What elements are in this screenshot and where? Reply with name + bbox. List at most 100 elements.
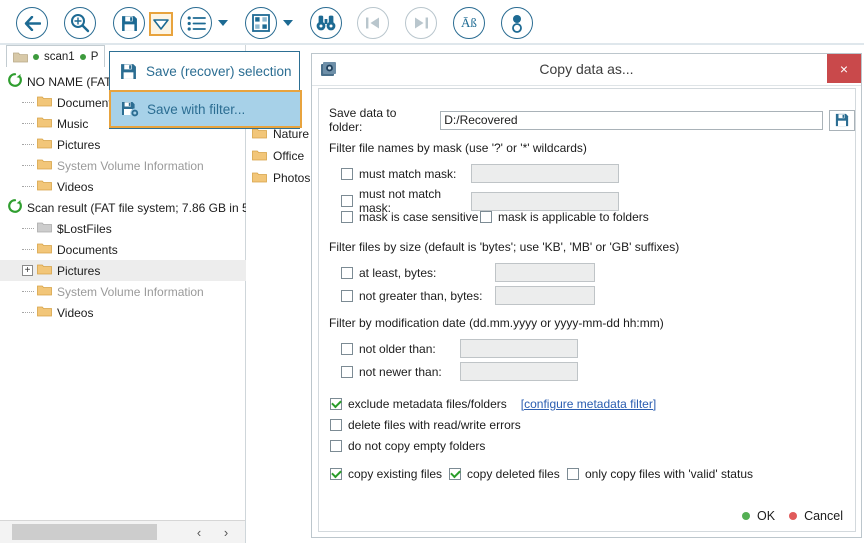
tree-item-label: System Volume Information xyxy=(57,159,204,173)
menu-item-label: Save with filter... xyxy=(147,102,245,117)
hscroll-thumb[interactable] xyxy=(12,524,157,540)
folder-icon xyxy=(252,149,267,164)
must-match-mask-row: must match mask: xyxy=(341,164,619,183)
folder-icon xyxy=(37,158,52,173)
folder-list-item-label: Office xyxy=(273,149,304,163)
size-not-greater-row: not greater than, bytes: xyxy=(341,286,595,305)
tree-connector xyxy=(22,102,34,104)
tree-connector xyxy=(22,165,34,167)
find-previous-button[interactable] xyxy=(357,7,389,39)
dialog-buttons: OK Cancel xyxy=(742,509,843,523)
date-not-older-row: not older than: xyxy=(341,339,578,358)
find-next-button[interactable] xyxy=(405,7,437,39)
mask-applicable-folders-checkbox[interactable] xyxy=(480,211,492,223)
must-not-match-mask-input[interactable] xyxy=(471,192,619,211)
floppy-filter-icon xyxy=(121,101,147,118)
folder-icon xyxy=(37,95,52,110)
scan-tab-trailing: P xyxy=(91,51,99,63)
floppy-save-icon xyxy=(835,113,849,127)
do-not-copy-empty-folders-label: do not copy empty folders xyxy=(348,439,485,453)
hscroll-right-arrow[interactable]: › xyxy=(213,521,239,543)
copy-deleted-row: copy deleted files xyxy=(449,467,560,481)
only-valid-status-checkbox[interactable] xyxy=(567,468,579,480)
tree-item[interactable]: System Volume Information xyxy=(0,155,246,176)
close-icon[interactable]: × xyxy=(827,54,861,83)
must-match-mask-label: must match mask: xyxy=(359,167,471,181)
tree-item[interactable]: Pictures xyxy=(0,134,246,155)
tree-item[interactable]: System Volume Information xyxy=(0,281,246,302)
save-folder-input[interactable] xyxy=(440,111,823,130)
cancel-button[interactable]: Cancel xyxy=(789,509,843,523)
configure-metadata-filter-link[interactable]: [configure metadata filter] xyxy=(521,397,656,411)
tree-item[interactable]: +Pictures xyxy=(0,260,246,281)
menu-item-save-with-filter[interactable]: Save with filter... xyxy=(109,90,302,128)
scan-button[interactable] xyxy=(64,7,96,39)
folder-list[interactable]: Nature Office Photos xyxy=(246,123,310,189)
delete-read-write-errors-checkbox[interactable] xyxy=(330,419,342,431)
tree-connector xyxy=(22,144,34,146)
tree-item[interactable]: Documents xyxy=(0,239,246,260)
folder-list-item[interactable]: Office xyxy=(246,145,310,167)
save-dropdown-button[interactable] xyxy=(149,12,173,36)
exclude-metadata-checkbox[interactable] xyxy=(330,398,342,410)
folder-list-item-label: Nature xyxy=(273,127,309,141)
scan-tab[interactable]: scan1 P xyxy=(6,45,105,67)
folder-icon xyxy=(37,305,52,320)
tree-item[interactable]: Scan result (FAT file system; 7.86 GB in… xyxy=(0,197,246,218)
copy-deleted-files-checkbox[interactable] xyxy=(449,468,461,480)
copy-deleted-files-label: copy deleted files xyxy=(467,467,560,481)
menu-item-save-selection[interactable]: Save (recover) selection xyxy=(110,52,299,90)
save-button[interactable] xyxy=(113,7,145,39)
date-not-newer-checkbox[interactable] xyxy=(341,366,353,378)
tree-item[interactable]: Videos xyxy=(0,176,246,197)
must-match-mask-input[interactable] xyxy=(471,164,619,183)
folder-list-item[interactable]: Photos xyxy=(246,167,310,189)
date-not-older-checkbox[interactable] xyxy=(341,343,353,355)
size-at-least-checkbox[interactable] xyxy=(341,267,353,279)
hscroll-left-arrow[interactable]: ‹ xyxy=(186,521,212,543)
size-at-least-input[interactable] xyxy=(495,263,595,282)
only-valid-status-label: only copy files with 'valid' status xyxy=(585,467,753,481)
copy-existing-files-checkbox[interactable] xyxy=(330,468,342,480)
browse-folder-button[interactable] xyxy=(829,110,855,131)
copy-existing-files-label: copy existing files xyxy=(348,467,442,481)
size-not-greater-input[interactable] xyxy=(495,286,595,305)
hex-view-dropdown[interactable] xyxy=(283,20,295,28)
mask-case-sensitive-checkbox[interactable] xyxy=(341,211,353,223)
main-toolbar: Āß xyxy=(0,0,864,45)
delete-errors-row: delete files with read/write errors xyxy=(330,418,521,432)
date-not-newer-input[interactable] xyxy=(460,362,578,381)
ok-button[interactable]: OK xyxy=(742,509,775,523)
do-not-copy-empty-folders-checkbox[interactable] xyxy=(330,440,342,452)
folder-icon xyxy=(37,263,52,278)
folder-icon xyxy=(252,171,267,186)
size-not-greater-checkbox[interactable] xyxy=(341,290,353,302)
tree-hscrollbar[interactable]: ‹ › xyxy=(0,520,245,543)
encoding-button[interactable]: Āß xyxy=(453,7,485,39)
save-dropdown-menu[interactable]: Save (recover) selection Save with filte… xyxy=(109,51,300,129)
tree-item-label: Videos xyxy=(57,306,93,320)
app-window: Āß scan1 P NO NAME (FAT3DocumentsMusicPi… xyxy=(0,0,864,543)
user-button[interactable] xyxy=(501,7,533,39)
expand-icon[interactable]: + xyxy=(22,265,33,276)
tree-item-label: Scan result (FAT file system; 7.86 GB in… xyxy=(27,201,246,215)
triangle-down-icon xyxy=(153,19,169,30)
folder-icon xyxy=(37,284,52,299)
save-folder-row: Save data to folder: xyxy=(329,106,855,134)
tree-connector xyxy=(22,123,34,125)
tree-item[interactable]: Videos xyxy=(0,302,246,323)
tree-item-label: $LostFiles xyxy=(57,222,112,236)
must-match-mask-checkbox[interactable] xyxy=(341,168,353,180)
list-view-button[interactable] xyxy=(180,7,212,39)
must-not-match-mask-checkbox[interactable] xyxy=(341,195,353,207)
save-folder-label: Save data to folder: xyxy=(329,106,432,134)
encoding-label: Āß xyxy=(461,15,477,31)
mask-applicable-folders-label: mask is applicable to folders xyxy=(498,210,649,224)
list-view-dropdown[interactable] xyxy=(218,20,230,28)
find-button[interactable] xyxy=(310,7,342,39)
copy-data-dialog: Copy data as... × Save data to folder: F… xyxy=(311,53,862,538)
back-button[interactable] xyxy=(16,7,48,39)
tree-item[interactable]: $LostFiles xyxy=(0,218,246,239)
hex-view-button[interactable] xyxy=(245,7,277,39)
date-not-older-input[interactable] xyxy=(460,339,578,358)
